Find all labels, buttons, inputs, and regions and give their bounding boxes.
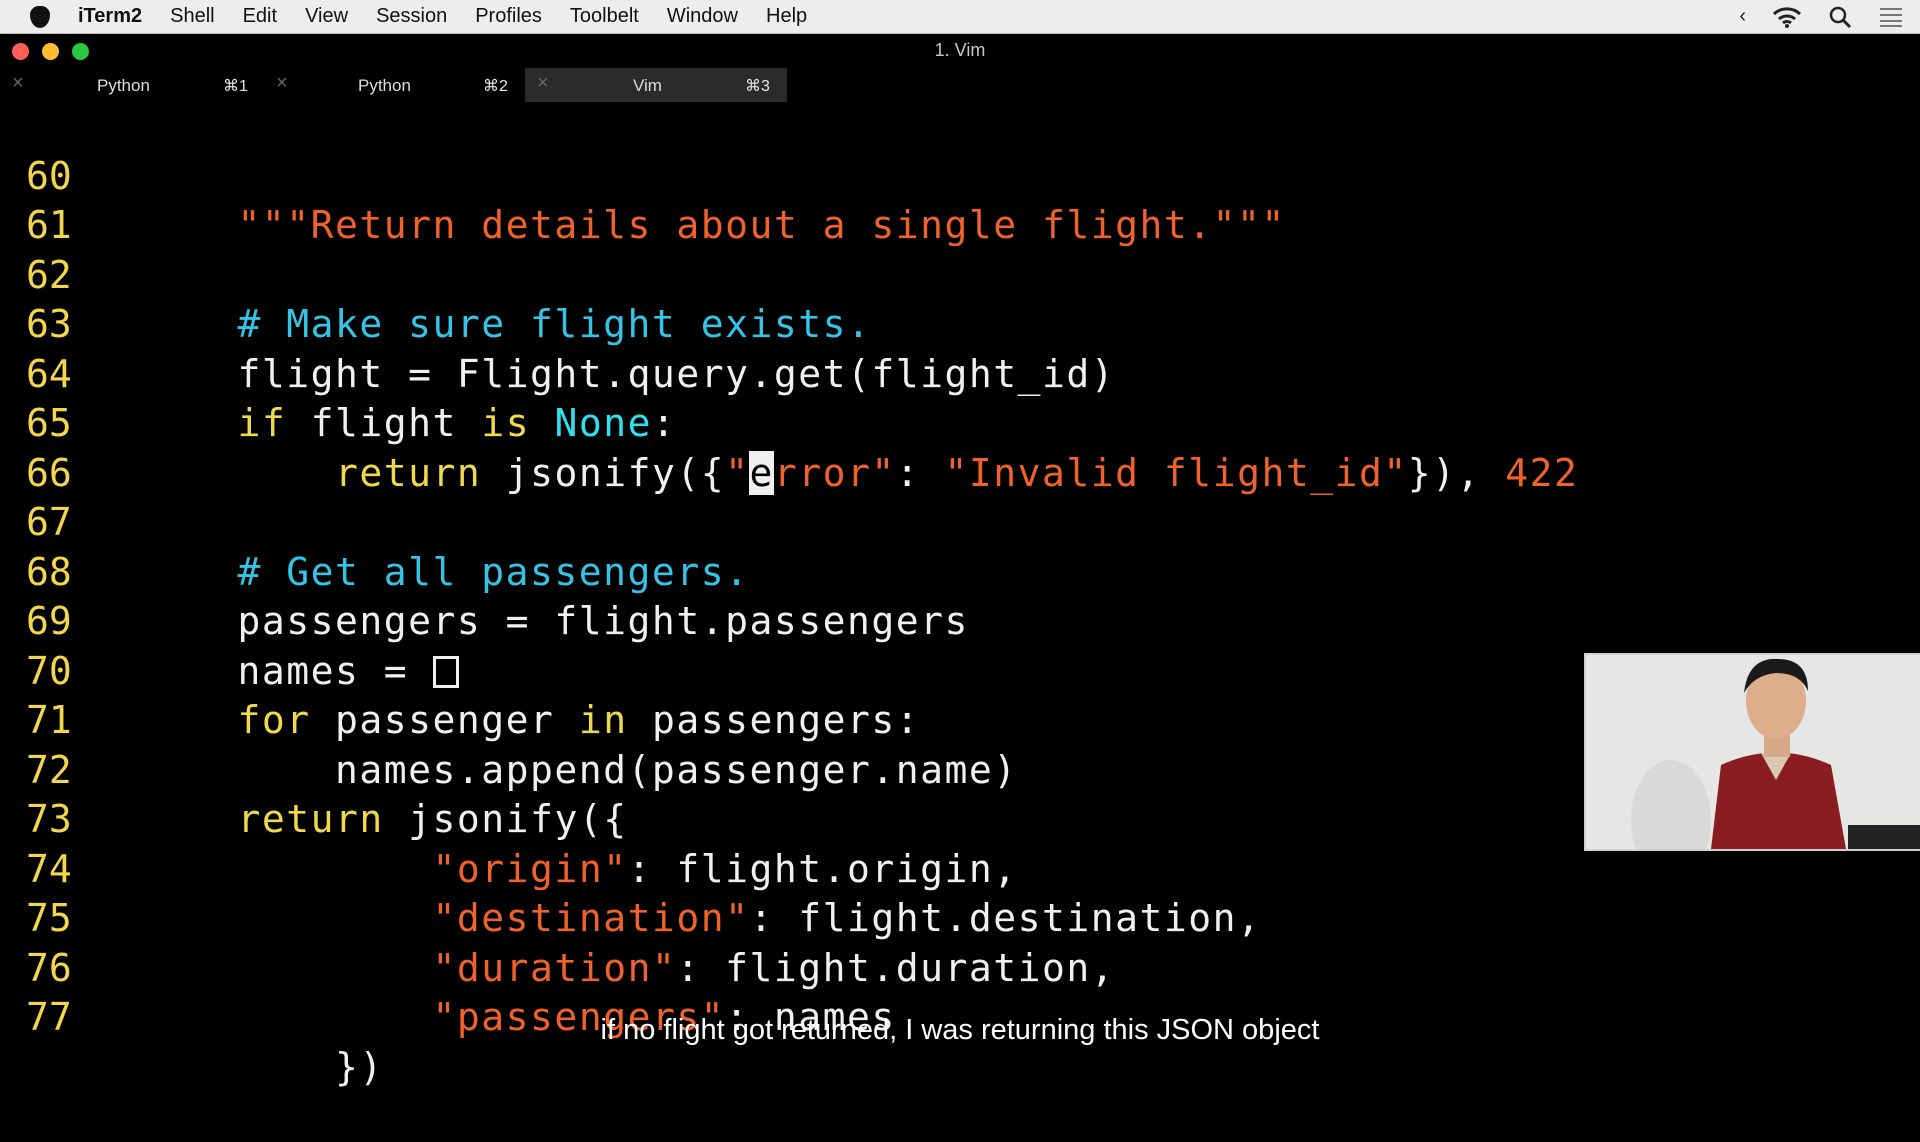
window-title: 1. Vim <box>934 40 986 60</box>
menu-session[interactable]: Session <box>376 5 447 28</box>
code-text: names.append(passenger.name) <box>140 747 1018 792</box>
code-text: names = <box>140 647 459 697</box>
code-text: "duration": flight.duration, <box>432 945 1116 990</box>
code-text: # Get all passengers. <box>140 549 750 594</box>
close-tab-icon[interactable]: × <box>276 72 288 95</box>
code-text: for passenger in passengers: <box>237 698 921 742</box>
status-area: ‹ <box>1739 0 1904 33</box>
code-line: 67 # Get all passengers. <box>0 449 748 594</box>
code-line: 60 """Return details about a single flig… <box>0 102 1284 248</box>
tab-shortcut: ⌘3 <box>745 78 770 95</box>
code-text: # Make sure flight exists. <box>140 302 872 346</box>
tab-label: Python <box>97 76 150 95</box>
menu-view[interactable]: View <box>305 5 348 28</box>
code-text: return jsonify({"error": "Invalid flight… <box>335 450 1579 495</box>
menu-bar: iTerm2 Shell Edit View Session Profiles … <box>0 0 1920 34</box>
code-line: 75 "duration": flight.duration, <box>0 845 1114 990</box>
code-text: "destination": flight.destination, <box>432 896 1262 940</box>
wifi-icon[interactable] <box>1772 5 1802 29</box>
tab-shortcut: ⌘1 <box>223 78 248 95</box>
code-text: """Return details about a single flight.… <box>140 203 1286 247</box>
chevron-left-icon[interactable]: ‹ <box>1739 5 1746 28</box>
search-icon[interactable] <box>1828 5 1852 29</box>
menu-window[interactable]: Window <box>667 5 738 28</box>
code-line: 62 # Make sure flight exists. <box>0 201 870 347</box>
presenter-video <box>1584 653 1920 851</box>
code-text: passengers = flight.passengers <box>140 599 969 643</box>
code-line: 63 flight = Flight.query.get(flight_id) <box>0 251 1114 396</box>
code-text: "origin": flight.origin, <box>432 846 1018 891</box>
close-tab-icon[interactable]: × <box>12 72 24 95</box>
code-line: 72 return jsonify({ <box>0 696 626 842</box>
code-line: 76 "passengers": names <box>0 894 894 1040</box>
list-icon[interactable] <box>1878 6 1904 28</box>
vim-editor[interactable]: 60 """Return details about a single flig… <box>0 102 1920 1089</box>
menu-app-name[interactable]: iTerm2 <box>78 5 142 28</box>
tab-shortcut: ⌘2 <box>483 78 508 95</box>
code-line: 77 }) <box>0 944 382 1089</box>
code-text: if flight is None: <box>237 401 677 445</box>
code-line: 71 names.append(passenger.name) <box>0 647 1016 792</box>
code-line: 70 for passenger in passengers: <box>0 597 919 743</box>
close-tab-icon[interactable]: × <box>537 72 549 95</box>
tab-vim[interactable]: × Vim ⌘3 <box>525 68 787 102</box>
tab-label: Python <box>358 76 411 95</box>
tab-python-2[interactable]: × Python ⌘2 <box>262 68 525 102</box>
tab-python-1[interactable]: × Python ⌘1 <box>0 68 262 102</box>
presenter-image <box>1586 655 1920 849</box>
menu-help[interactable]: Help <box>766 5 807 28</box>
window-title-bar: 1. Vim <box>0 34 1920 68</box>
video-caption: if no flight got returned, I was returni… <box>600 1014 1320 1046</box>
code-line: 74 "destination": flight.destination, <box>0 795 1260 941</box>
code-line: 64 if flight is None: <box>0 300 675 446</box>
code-text: }) <box>140 1044 384 1089</box>
menu-edit[interactable]: Edit <box>243 5 277 28</box>
code-line: 69 names = <box>0 548 459 693</box>
text-cursor: e <box>749 450 774 495</box>
code-line: 65 return jsonify({"error": "Invalid fli… <box>0 350 1577 495</box>
code-line: 61 <box>0 152 92 247</box>
code-line: 73 "origin": flight.origin, <box>0 746 1016 891</box>
code-text: flight = Flight.query.get(flight_id) <box>140 351 1116 396</box>
empty-list-brackets <box>432 655 459 688</box>
tab-bar: × Python ⌘1 × Python ⌘2 × Vim ⌘3 <box>0 68 1920 102</box>
code-line: 68 passengers = flight.passengers <box>0 498 967 644</box>
tab-label: Vim <box>633 76 662 95</box>
code-line: 66 <box>0 399 92 495</box>
apple-icon[interactable] <box>30 5 50 28</box>
code-text: return jsonify({ <box>237 797 628 841</box>
menu-profiles[interactable]: Profiles <box>475 5 542 28</box>
menu-shell[interactable]: Shell <box>170 5 214 28</box>
menu-toolbelt[interactable]: Toolbelt <box>570 5 639 28</box>
